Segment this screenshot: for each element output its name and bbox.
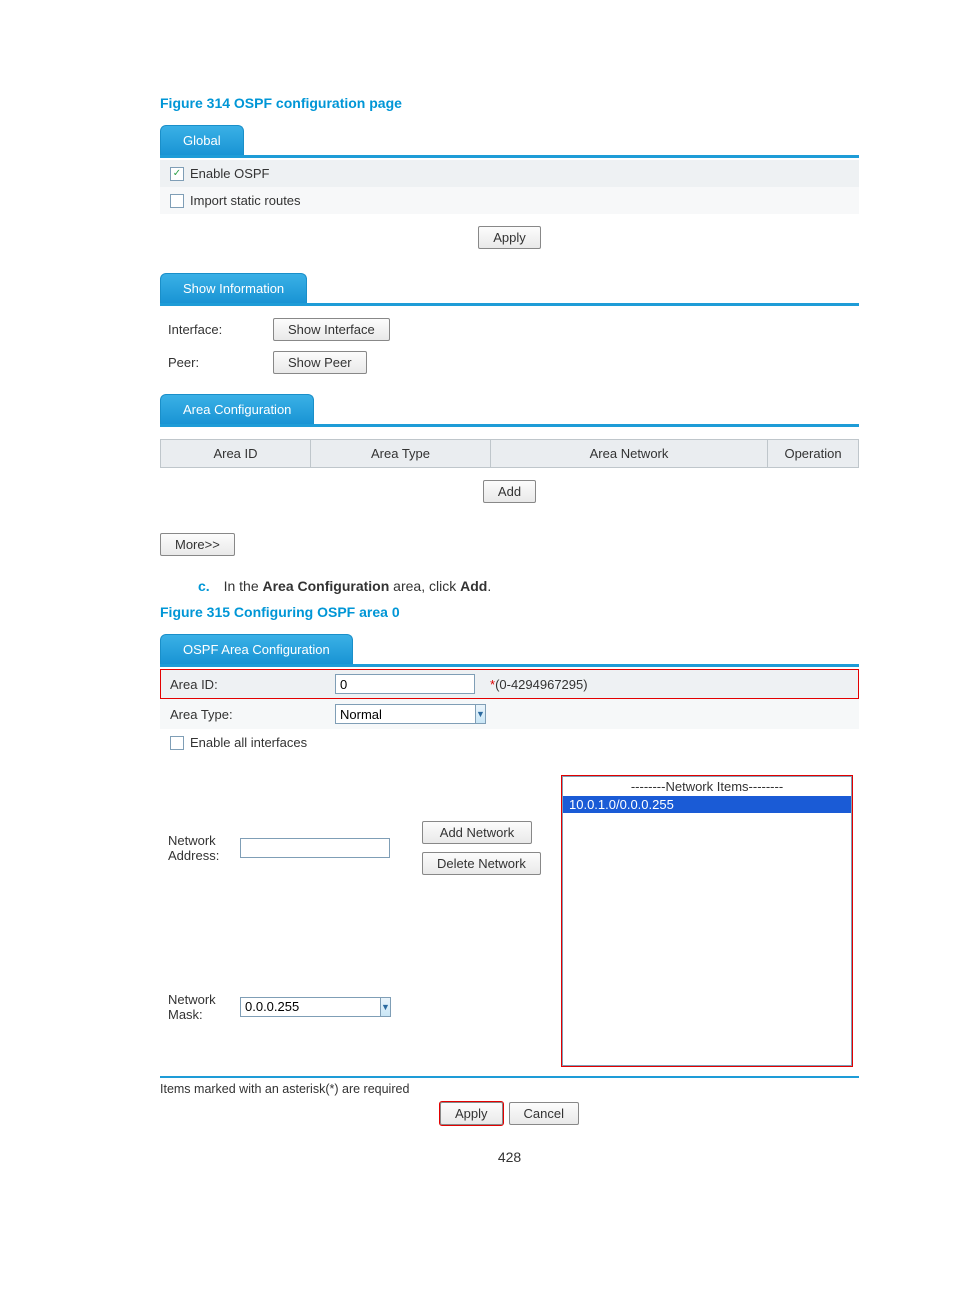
more-button[interactable]: More>>: [160, 533, 235, 556]
network-mask-select[interactable]: ▼: [240, 997, 380, 1017]
show-information-tab[interactable]: Show Information: [160, 273, 307, 303]
network-mask-value[interactable]: [240, 997, 380, 1017]
network-items-listbox[interactable]: --------Network Items-------- 10.0.1.0/0…: [562, 776, 852, 1066]
import-static-row: Import static routes: [160, 187, 859, 214]
ospf-area-configuration-tab[interactable]: OSPF Area Configuration: [160, 634, 353, 664]
figure-315-caption: Figure 315 Configuring OSPF area 0: [160, 604, 859, 620]
area-id-row: Area ID: *(0-4294967295): [160, 669, 859, 699]
network-address-label: Network Address:: [168, 833, 240, 863]
global-tab[interactable]: Global: [160, 125, 244, 155]
th-area-network: Area Network: [491, 440, 768, 467]
tab-separator: [160, 424, 859, 427]
network-area: Network Address: Add Network Delete Netw…: [160, 756, 859, 1072]
required-footnote: Items marked with an asterisk(*) are req…: [160, 1082, 859, 1096]
delete-network-button[interactable]: Delete Network: [422, 852, 541, 875]
cancel-button[interactable]: Cancel: [509, 1102, 579, 1125]
chevron-down-icon[interactable]: ▼: [380, 997, 391, 1017]
enable-ospf-row: ✓ Enable OSPF: [160, 160, 859, 187]
apply-button[interactable]: Apply: [478, 226, 541, 249]
area-type-label: Area Type:: [170, 707, 335, 722]
import-static-label: Import static routes: [190, 193, 301, 208]
network-address-input[interactable]: [240, 838, 390, 858]
area-id-input[interactable]: [335, 674, 475, 694]
bottom-separator: [160, 1076, 859, 1078]
import-static-checkbox[interactable]: [170, 194, 184, 208]
add-button[interactable]: Add: [483, 480, 536, 503]
page-number: 428: [160, 1149, 859, 1165]
th-operation: Operation: [768, 440, 858, 467]
area-type-value[interactable]: [335, 704, 475, 724]
area-id-label: Area ID:: [170, 677, 335, 692]
show-interface-button[interactable]: Show Interface: [273, 318, 390, 341]
area-table-header: Area ID Area Type Area Network Operation: [160, 439, 859, 468]
enable-all-interfaces-label: Enable all interfaces: [190, 735, 307, 750]
step-c: c. In the Area Configuration area, click…: [198, 578, 859, 594]
network-left-column: Network Address: Add Network Delete Netw…: [168, 776, 550, 1066]
th-area-id: Area ID: [161, 440, 311, 467]
step-text-post: .: [487, 578, 491, 594]
interface-label: Interface:: [168, 322, 273, 337]
area-type-select[interactable]: ▼: [335, 704, 475, 724]
peer-label: Peer:: [168, 355, 273, 370]
show-peer-button[interactable]: Show Peer: [273, 351, 367, 374]
tab-separator: [160, 664, 859, 667]
network-items-header: --------Network Items--------: [563, 777, 851, 796]
apply-button-2[interactable]: Apply: [440, 1102, 503, 1125]
step-text-pre: In the: [224, 578, 263, 594]
enable-ospf-checkbox[interactable]: ✓: [170, 167, 184, 181]
figure-314-caption: Figure 314 OSPF configuration page: [160, 95, 859, 111]
step-bold-1: Area Configuration: [263, 578, 390, 594]
th-area-type: Area Type: [311, 440, 491, 467]
show-info-grid: Interface: Show Interface Peer: Show Pee…: [160, 308, 859, 384]
add-network-button[interactable]: Add Network: [422, 821, 532, 844]
step-bold-2: Add: [460, 578, 487, 594]
enable-all-interfaces-row: Enable all interfaces: [160, 729, 859, 756]
tab-separator: [160, 155, 859, 158]
enable-ospf-label: Enable OSPF: [190, 166, 270, 181]
enable-all-interfaces-checkbox[interactable]: [170, 736, 184, 750]
network-item-selected[interactable]: 10.0.1.0/0.0.0.255: [563, 796, 851, 813]
step-letter: c.: [198, 578, 210, 594]
tab-separator: [160, 303, 859, 306]
area-configuration-tab[interactable]: Area Configuration: [160, 394, 314, 424]
area-type-row: Area Type: ▼: [160, 699, 859, 729]
network-mask-label: Network Mask:: [168, 992, 240, 1022]
chevron-down-icon[interactable]: ▼: [475, 704, 486, 724]
area-id-hint: (0-4294967295): [495, 677, 588, 692]
step-text-mid: area, click: [389, 578, 460, 594]
